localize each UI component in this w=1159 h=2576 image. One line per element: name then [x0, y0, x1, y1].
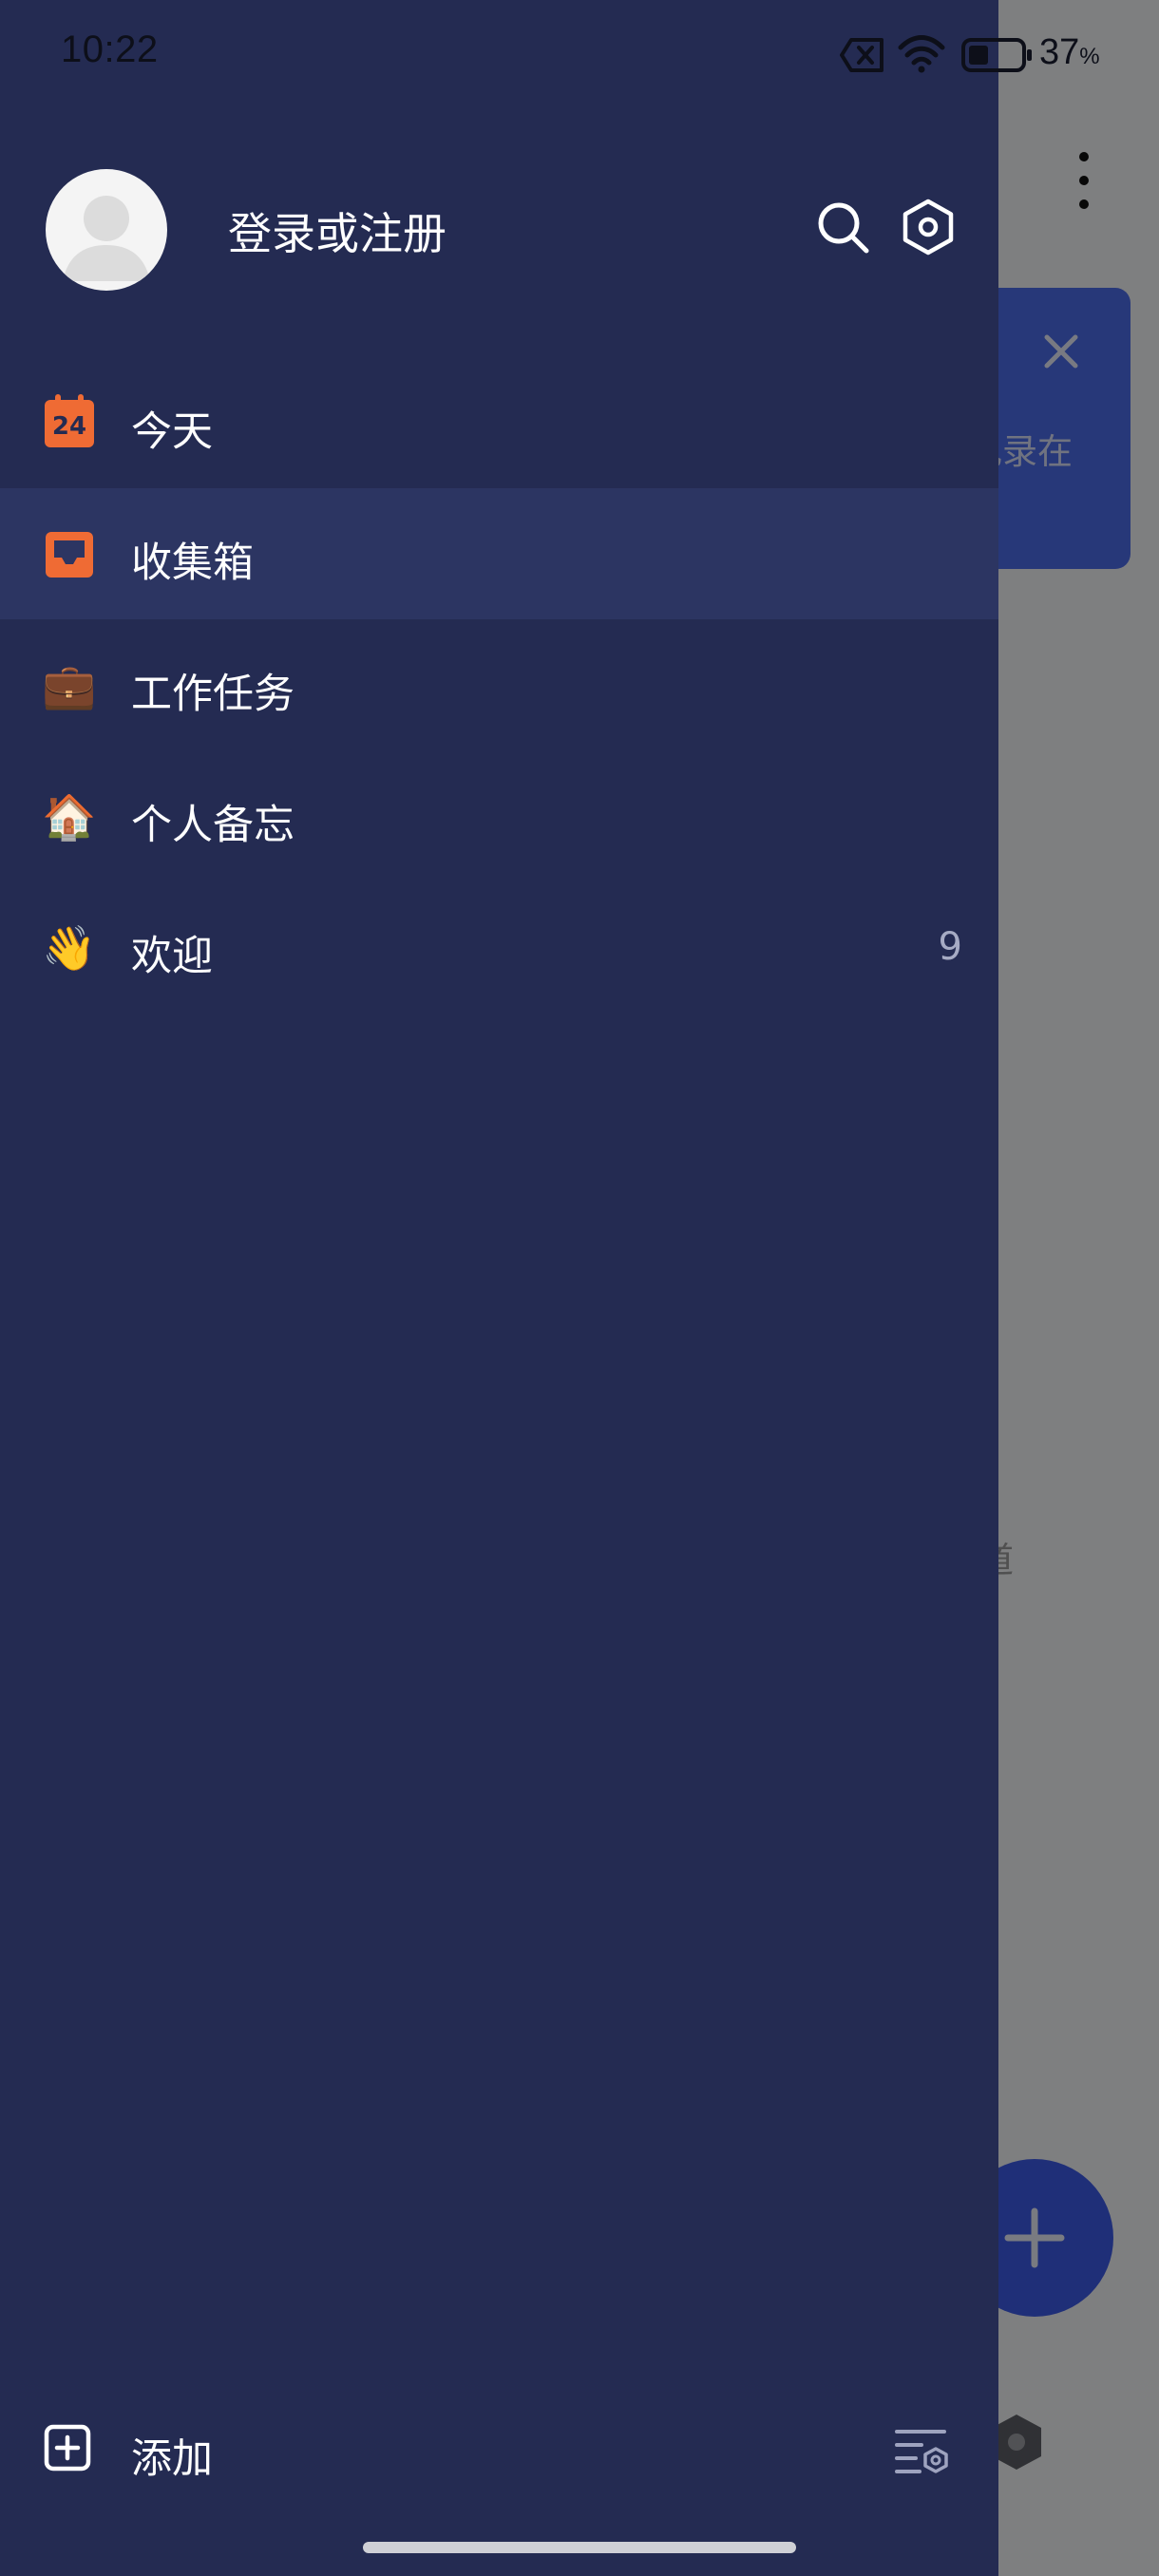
add-list-button[interactable]: 添加 [44, 2424, 213, 2483]
nav-item-today[interactable]: 24 今天 [0, 357, 998, 488]
user-silhouette-icon [63, 196, 150, 281]
nav-item-label: 欢迎 [131, 933, 213, 980]
nav-item-inbox[interactable]: 收集箱 [0, 488, 998, 619]
home-indicator[interactable] [363, 2542, 796, 2553]
project-list: 24 今天 收集箱 💼 工作任务 🏠 个人备忘 👋 欢迎 9 [0, 357, 998, 1013]
add-label: 添加 [131, 2435, 213, 2483]
nav-item-personal-memo[interactable]: 🏠 个人备忘 [0, 750, 998, 881]
avatar[interactable] [46, 169, 167, 291]
nav-item-label: 个人备忘 [131, 802, 294, 849]
nav-item-work-tasks[interactable]: 💼 工作任务 [0, 619, 998, 750]
battery-icon [961, 38, 1032, 72]
login-register-link[interactable]: 登录或注册 [228, 199, 446, 262]
nav-item-label: 工作任务 [131, 671, 294, 718]
task-count-badge: 9 [938, 925, 962, 969]
battery-percentage: 37% [1039, 32, 1100, 72]
inbox-icon [44, 530, 95, 579]
navigation-drawer: 登录或注册 24 今天 收集箱 💼 工作任务 🏠 个人备忘 👋 欢迎 9 添加 [0, 0, 998, 2576]
status-time: 10:22 [61, 28, 159, 70]
settings-hexagon-icon[interactable] [899, 198, 958, 256]
list-settings-icon[interactable] [893, 2426, 950, 2477]
sim-off-icon [840, 38, 884, 72]
add-square-icon [44, 2424, 91, 2472]
drawer-bottom-bar: 添加 [0, 2403, 998, 2498]
briefcase-icon: 💼 [42, 660, 97, 711]
nav-item-label: 今天 [131, 408, 213, 456]
nav-item-welcome[interactable]: 👋 欢迎 9 [0, 881, 998, 1013]
search-icon[interactable] [815, 199, 870, 255]
house-icon: 🏠 [42, 791, 97, 843]
calendar-today-icon: 24 [44, 394, 95, 448]
wifi-icon [898, 35, 945, 73]
profile-header: 登录或注册 [0, 161, 998, 294]
nav-item-label: 收集箱 [131, 540, 254, 587]
status-bar: 10:22 37% [0, 0, 1159, 112]
waving-hand-icon: 👋 [42, 922, 97, 974]
